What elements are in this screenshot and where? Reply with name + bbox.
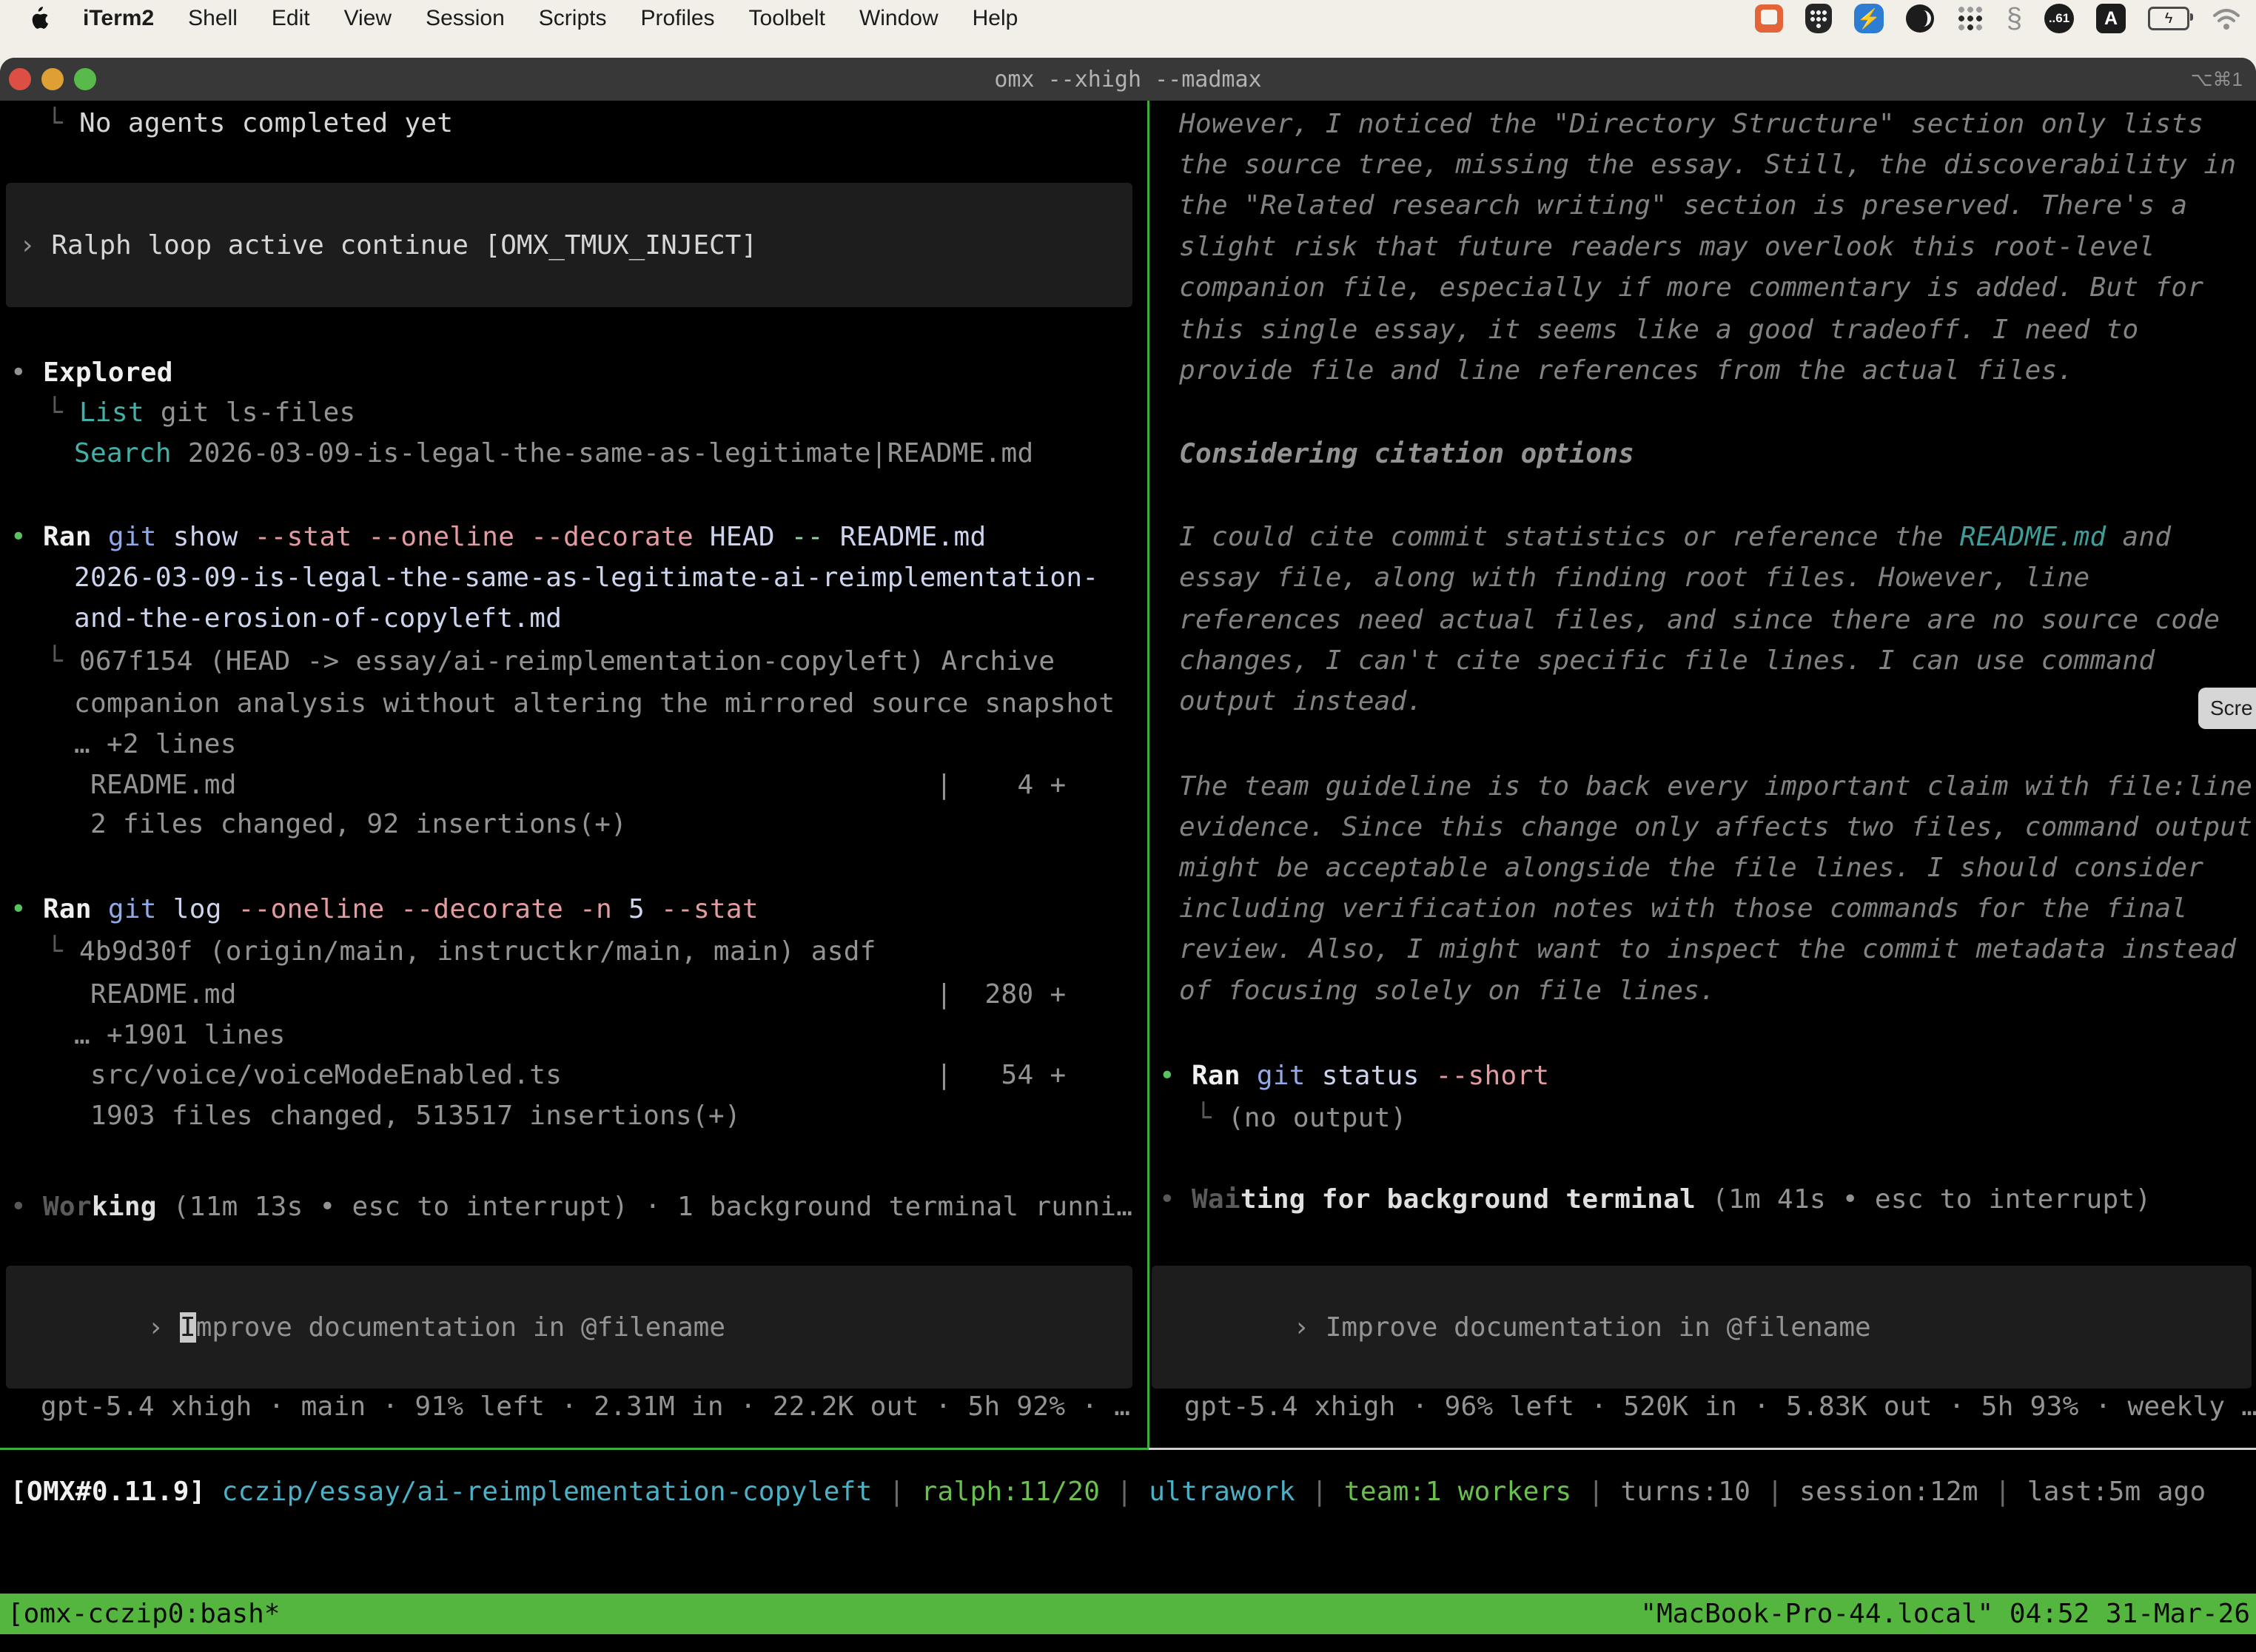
menu-item-help[interactable]: Help	[973, 6, 1018, 31]
keyboard-a-icon[interactable]: A	[2096, 4, 2126, 33]
tmux-window-name[interactable]: [omx-cczip0:bash*	[0, 1599, 280, 1629]
battery-bolt-glyph: ϟ	[2165, 10, 2173, 27]
ralph-banner-box: › Ralph loop active continue [OMX_TMUX_I…	[6, 183, 1132, 307]
plus-1901-lines: … +1901 lines	[74, 1014, 286, 1056]
reasoning-p1-l7: provide file and line references from th…	[1179, 349, 2074, 392]
menu-item-shell[interactable]: Shell	[188, 6, 238, 31]
pane-bottom-border-left	[0, 1448, 1149, 1450]
reasoning-p3-l3: might be acceptable alongside the file l…	[1179, 847, 2203, 889]
reasoning-p2-l5: output instead.	[1179, 680, 1423, 722]
commit-067f154-line: └ 067f154 (HEAD -> essay/ai-reimplementa…	[47, 640, 1055, 682]
waiting-status-line: • Waiting for background terminal (1m 41…	[1159, 1178, 2151, 1220]
right-input-placeholder: Improve documentation in @filename	[1326, 1312, 1871, 1343]
reasoning-p1-l2: the source tree, missing the essay. Stil…	[1179, 144, 2236, 186]
readme-stat-4-line: README.md | 4 +	[90, 764, 1066, 806]
wifi-icon[interactable]	[2212, 7, 2241, 30]
left-input-placeholder: mprove documentation in @filename	[196, 1312, 725, 1343]
blue-bolt-icon[interactable]: ⚡	[1854, 4, 1884, 33]
commit-4b9d30f-line: └ 4b9d30f (origin/main, instructkr/main,…	[47, 930, 876, 973]
reasoning-p2-l4: changes, I can't cite specific file line…	[1179, 639, 2155, 682]
macos-menubar: iTerm2 Shell Edit View Session Scripts P…	[0, 0, 2256, 37]
files-changed-1903-line: 1903 files changed, 513517 insertions(+)	[90, 1095, 741, 1137]
window-title: omx --xhigh --madmax	[0, 58, 2256, 101]
essay-filename-line-2: and-the-erosion-of-copyleft.md	[74, 597, 562, 639]
pane-bottom-border-right	[1149, 1448, 2256, 1450]
reasoning-p1-l1: However, I noticed the "Directory Struct…	[1179, 103, 2203, 145]
reasoning-p3-l6: of focusing solely on file lines.	[1179, 970, 1716, 1012]
pane-divider[interactable]	[1147, 101, 1149, 1448]
badge-61-icon[interactable]: ..61	[2044, 4, 2074, 33]
menu-item-window[interactable]: Window	[859, 6, 939, 31]
no-output-line: └ (no output)	[1195, 1097, 1407, 1139]
window-shortcut-hint: ⌥⌘1	[2191, 68, 2243, 91]
dots-grid-icon[interactable]	[1956, 4, 1984, 33]
ralph-banner-line: › Ralph loop active continue [OMX_TMUX_I…	[6, 230, 757, 261]
prompt-chevron: ›	[147, 1312, 179, 1343]
menu-item-iterm2[interactable]: iTerm2	[83, 6, 154, 31]
reasoning-p3-l5: review. Also, I might want to inspect th…	[1179, 928, 2236, 970]
explored-search-line: Search 2026-03-09-is-legal-the-same-as-l…	[74, 432, 1033, 474]
left-model-status-line: gpt-5.4 xhigh · main · 91% left · 2.31M …	[41, 1386, 1130, 1428]
reasoning-heading: Considering citation options	[1179, 433, 1634, 475]
reasoning-p3-l1: The team guideline is to back every impo…	[1179, 765, 2252, 807]
omx-status-line: [OMX#0.11.9] cczip/essay/ai-reimplementa…	[10, 1471, 2206, 1513]
apple-menu-icon[interactable]	[30, 7, 49, 30]
menu-item-toolbelt[interactable]: Toolbelt	[749, 6, 825, 31]
orange-chat-icon[interactable]	[1755, 4, 1783, 33]
reasoning-p1-l4: slight risk that future readers may over…	[1179, 226, 2155, 268]
right-prompt-input[interactable]: › Improve documentation in @filename	[1152, 1266, 2252, 1389]
reasoning-p3-l2: evidence. Since this change only affects…	[1179, 806, 2252, 848]
explored-list-line: └ List git ls-files	[47, 392, 356, 434]
menu-item-edit[interactable]: Edit	[272, 6, 310, 31]
ran-git-status-line: • Ran git status --short	[1159, 1055, 1549, 1097]
battery-icon[interactable]: ϟ	[2148, 7, 2189, 30]
left-prompt-input[interactable]: › Improve documentation in @filename	[6, 1266, 1132, 1389]
reasoning-p3-l4: including verification notes with those …	[1179, 887, 2187, 930]
ran-git-show-line: • Ran git show --stat --oneline --decora…	[10, 516, 986, 558]
reasoning-p1-l5: companion file, especially if more comme…	[1179, 266, 2203, 309]
terminal-content: └ No agents completed yet › Ralph loop a…	[0, 101, 2256, 1652]
text-cursor: I	[180, 1312, 196, 1343]
tmux-host-time: "MacBook-Pro-44.local" 04:52 31-Mar-26	[1640, 1599, 2256, 1629]
menu-item-profiles[interactable]: Profiles	[640, 6, 714, 31]
no-agents-line: └ No agents completed yet	[47, 102, 453, 144]
reasoning-p1-l6: this single essay, it seems like a good …	[1179, 309, 2138, 351]
dark-crescent-icon[interactable]	[1906, 4, 1934, 33]
screen-overlay-button[interactable]: Scre	[2198, 688, 2256, 729]
prompt-chevron: ›	[1293, 1312, 1325, 1343]
reasoning-p2-l2: essay file, along with finding root file…	[1179, 557, 2090, 599]
essay-filename-line-1: 2026-03-09-is-legal-the-same-as-legitima…	[74, 557, 1098, 599]
voice-mode-stat-line: src/voice/voiceModeEnabled.ts | 54 +	[90, 1054, 1066, 1096]
plus-2-lines: … +2 lines	[74, 723, 237, 765]
commit-message-line: companion analysis without altering the …	[74, 682, 1115, 725]
grid-shield-icon[interactable]	[1805, 4, 1832, 33]
explored-header: • Explored	[10, 352, 173, 394]
right-model-status-line: gpt-5.4 xhigh · 96% left · 520K in · 5.8…	[1184, 1386, 2256, 1428]
working-status-line: • Working (11m 13s • esc to interrupt) ·…	[10, 1186, 1132, 1228]
files-changed-92-line: 2 files changed, 92 insertions(+)	[90, 803, 627, 845]
reasoning-p2-l1: I could cite commit statistics or refere…	[1179, 516, 2171, 558]
readme-stat-280-line: README.md | 280 +	[90, 973, 1066, 1015]
menu-item-view[interactable]: View	[344, 6, 392, 31]
menu-item-session[interactable]: Session	[426, 6, 505, 31]
menu-item-scripts[interactable]: Scripts	[539, 6, 607, 31]
reasoning-p2-l3: references need actual files, and since …	[1179, 599, 2220, 641]
ran-git-log-line: • Ran git log --oneline --decorate -n 5 …	[10, 888, 759, 930]
tmux-status-bar: [omx-cczip0:bash* "MacBook-Pro-44.local"…	[0, 1594, 2256, 1634]
squiggle-icon[interactable]: §	[2007, 4, 2022, 33]
reasoning-p1-l3: the "Related research writing" section i…	[1179, 184, 2187, 226]
